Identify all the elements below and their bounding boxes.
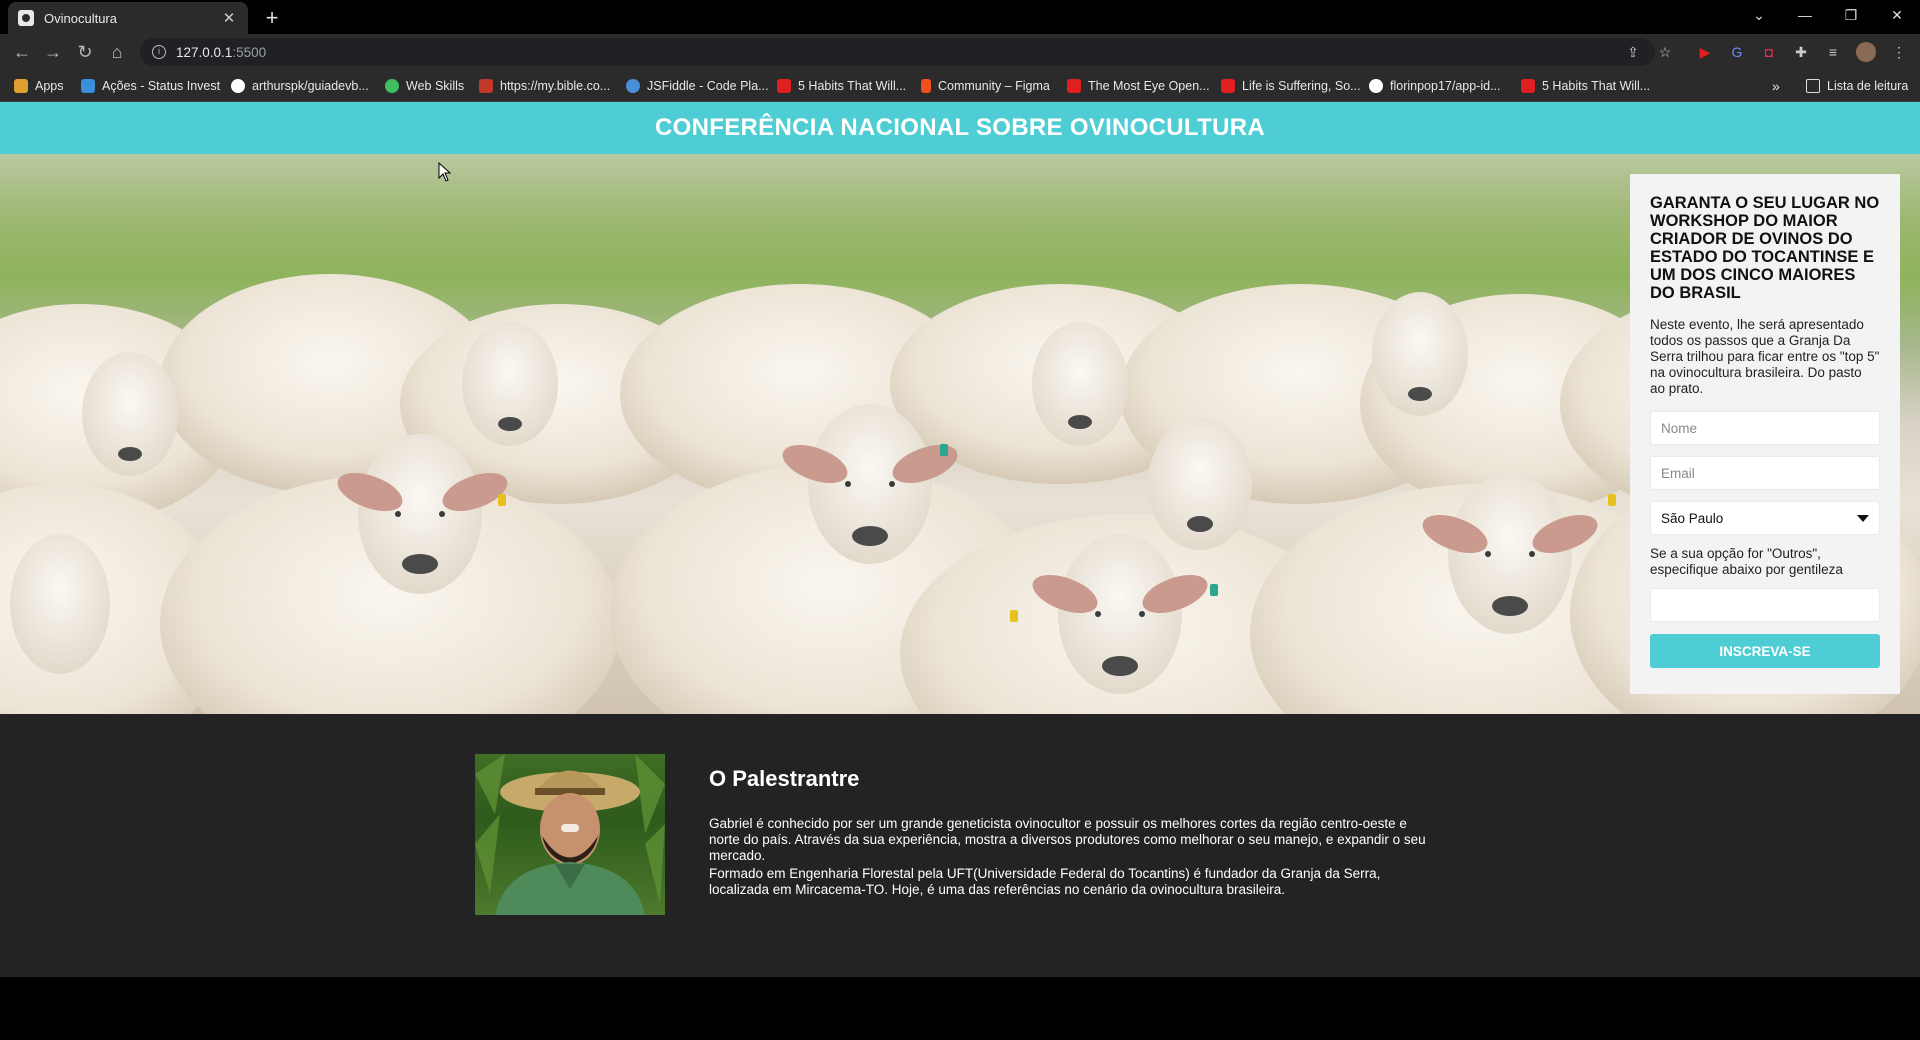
extension-pocket-icon[interactable]: ◘ bbox=[1760, 43, 1778, 61]
speaker-bio-paragraph-1: Gabriel é conhecido por ser um grande ge… bbox=[709, 816, 1426, 863]
bookmark-bible[interactable]: https://my.bible.co... bbox=[479, 70, 610, 102]
url-host: 127.0.0.1 bbox=[176, 44, 233, 60]
close-window-button[interactable]: ✕ bbox=[1874, 0, 1920, 30]
bookmark-youtube-habits-2[interactable]: 5 Habits That Will... bbox=[1521, 70, 1650, 102]
bookmark-label: arthurspk/guiadevb... bbox=[252, 79, 369, 93]
extension-translate-icon[interactable]: G bbox=[1728, 43, 1746, 61]
github-icon bbox=[1369, 79, 1383, 93]
share-icon[interactable]: ⇪ bbox=[1624, 43, 1642, 61]
web-skills-icon bbox=[385, 79, 399, 93]
browser-tab[interactable]: Ovinocultura ✕ bbox=[8, 2, 248, 34]
bookmark-apps[interactable]: Apps bbox=[14, 70, 64, 102]
bookmark-label: florinpop17/app-id... bbox=[1390, 79, 1501, 93]
page-title: CONFERÊNCIA NACIONAL SOBRE OVINOCULTURA bbox=[655, 114, 1265, 141]
home-icon[interactable]: ⌂ bbox=[105, 40, 129, 64]
status-invest-icon bbox=[81, 79, 95, 93]
reading-list-label: Lista de leitura bbox=[1827, 79, 1909, 93]
bookmark-label: https://my.bible.co... bbox=[500, 79, 611, 93]
bookmark-label: JSFiddle - Code Pla... bbox=[647, 79, 769, 93]
new-tab-button[interactable]: + bbox=[258, 4, 286, 32]
bookmark-label: Life is Suffering, So... bbox=[1242, 79, 1361, 93]
bookmark-figma[interactable]: Community – Figma bbox=[921, 70, 1050, 102]
web-page: CONFERÊNCIA NACIONAL SOBRE OVINOCULTURA bbox=[0, 102, 1920, 977]
bible-icon bbox=[479, 79, 493, 93]
bookmarks-bar: Apps Ações - Status Invest arthurspk/gui… bbox=[0, 70, 1920, 102]
extension-youtube-icon[interactable]: ▶ bbox=[1696, 43, 1714, 61]
speaker-bio-paragraph-2: Formado em Engenharia Florestal pela UFT… bbox=[709, 866, 1381, 897]
tab-favicon-icon bbox=[18, 10, 34, 26]
name-input[interactable]: Nome bbox=[1650, 411, 1880, 445]
more-bookmarks-chevron-icon[interactable]: » bbox=[1772, 70, 1780, 102]
youtube-icon bbox=[1067, 79, 1081, 93]
bookmark-status-invest[interactable]: Ações - Status Invest bbox=[81, 70, 220, 102]
youtube-icon bbox=[777, 79, 791, 93]
bookmark-youtube-suffering[interactable]: Life is Suffering, So... bbox=[1221, 70, 1361, 102]
extensions-puzzle-icon[interactable]: ✚ bbox=[1792, 43, 1810, 61]
speaker-photo bbox=[475, 754, 665, 915]
reload-icon[interactable]: ↻ bbox=[73, 40, 97, 64]
mouse-cursor-icon bbox=[438, 162, 452, 182]
bookmark-label: Apps bbox=[35, 79, 64, 93]
media-control-icon[interactable]: ≡ bbox=[1824, 43, 1842, 61]
subscribe-button[interactable]: INSCREVA-SE bbox=[1650, 634, 1880, 668]
browser-tab-strip: Ovinocultura ✕ + ⌄ — ❐ ✕ bbox=[0, 0, 1920, 34]
tab-search-icon[interactable]: ⌄ bbox=[1736, 0, 1782, 30]
address-bar[interactable]: i 127.0.0.1:5500 bbox=[140, 38, 1655, 66]
form-description: Neste evento, lhe será apresentado todos… bbox=[1650, 317, 1880, 396]
other-option-input[interactable] bbox=[1650, 588, 1880, 622]
reading-list-icon bbox=[1806, 79, 1820, 93]
bookmark-web-skills[interactable]: Web Skills bbox=[385, 70, 464, 102]
bookmark-label: 5 Habits That Will... bbox=[1542, 79, 1651, 93]
bookmark-star-icon[interactable]: ☆ bbox=[1656, 43, 1674, 61]
registration-form: GARANTA O SEU LUGAR NO WORKSHOP DO MAIOR… bbox=[1630, 174, 1900, 694]
apps-grid-icon bbox=[14, 79, 28, 93]
form-heading: GARANTA O SEU LUGAR NO WORKSHOP DO MAIOR… bbox=[1650, 194, 1880, 302]
github-icon bbox=[231, 79, 245, 93]
site-info-icon[interactable]: i bbox=[152, 45, 166, 59]
back-arrow-icon[interactable]: ← bbox=[10, 40, 34, 64]
browser-toolbar: ← → ↻ ⌂ i 127.0.0.1:5500 ⇪ ☆ ▶ G ◘ ✚ ≡ ⋮ bbox=[0, 34, 1920, 70]
bookmark-label: The Most Eye Open... bbox=[1088, 79, 1210, 93]
close-tab-icon[interactable]: ✕ bbox=[220, 9, 238, 27]
state-select-value: São Paulo bbox=[1661, 510, 1724, 526]
bookmark-label: 5 Habits That Will... bbox=[798, 79, 907, 93]
dropdown-caret-icon bbox=[1857, 514, 1869, 522]
youtube-icon bbox=[1521, 79, 1535, 93]
site-header: CONFERÊNCIA NACIONAL SOBRE OVINOCULTURA bbox=[0, 102, 1920, 154]
bookmark-youtube-habits[interactable]: 5 Habits That Will... bbox=[777, 70, 906, 102]
jsfiddle-cloud-icon bbox=[626, 79, 640, 93]
bookmark-jsfiddle[interactable]: JSFiddle - Code Pla... bbox=[626, 70, 769, 102]
bookmark-youtube-eye-open[interactable]: The Most Eye Open... bbox=[1067, 70, 1210, 102]
bookmark-github-florinpop[interactable]: florinpop17/app-id... bbox=[1369, 70, 1501, 102]
figma-icon bbox=[921, 79, 931, 93]
profile-avatar[interactable] bbox=[1856, 42, 1876, 62]
bookmark-label: Web Skills bbox=[406, 79, 465, 93]
state-select[interactable]: São Paulo bbox=[1650, 501, 1880, 535]
url-port: :5500 bbox=[232, 44, 267, 60]
restore-button[interactable]: ❐ bbox=[1828, 0, 1874, 30]
email-input[interactable]: Email bbox=[1650, 456, 1880, 490]
speaker-portrait-illustration bbox=[475, 754, 665, 915]
youtube-icon bbox=[1221, 79, 1235, 93]
other-option-note: Se a sua opção for "Outros", especifique… bbox=[1650, 546, 1843, 577]
tab-title: Ovinocultura bbox=[44, 10, 117, 26]
forward-arrow-icon[interactable]: → bbox=[41, 40, 65, 64]
reading-list-button[interactable]: Lista de leitura bbox=[1806, 70, 1908, 102]
bookmark-label: Ações - Status Invest bbox=[102, 79, 221, 93]
speaker-heading: O Palestrantre bbox=[709, 766, 860, 791]
bookmark-github-guiadev[interactable]: arthurspk/guiadevb... bbox=[231, 70, 369, 102]
below-page-blank bbox=[0, 977, 1920, 1040]
minimize-button[interactable]: — bbox=[1782, 0, 1828, 30]
bookmark-label: Community – Figma bbox=[938, 79, 1050, 93]
speaker-section: O Palestrantre Gabriel é conhecido por s… bbox=[0, 714, 1920, 977]
menu-kebab-icon[interactable]: ⋮ bbox=[1890, 43, 1908, 61]
